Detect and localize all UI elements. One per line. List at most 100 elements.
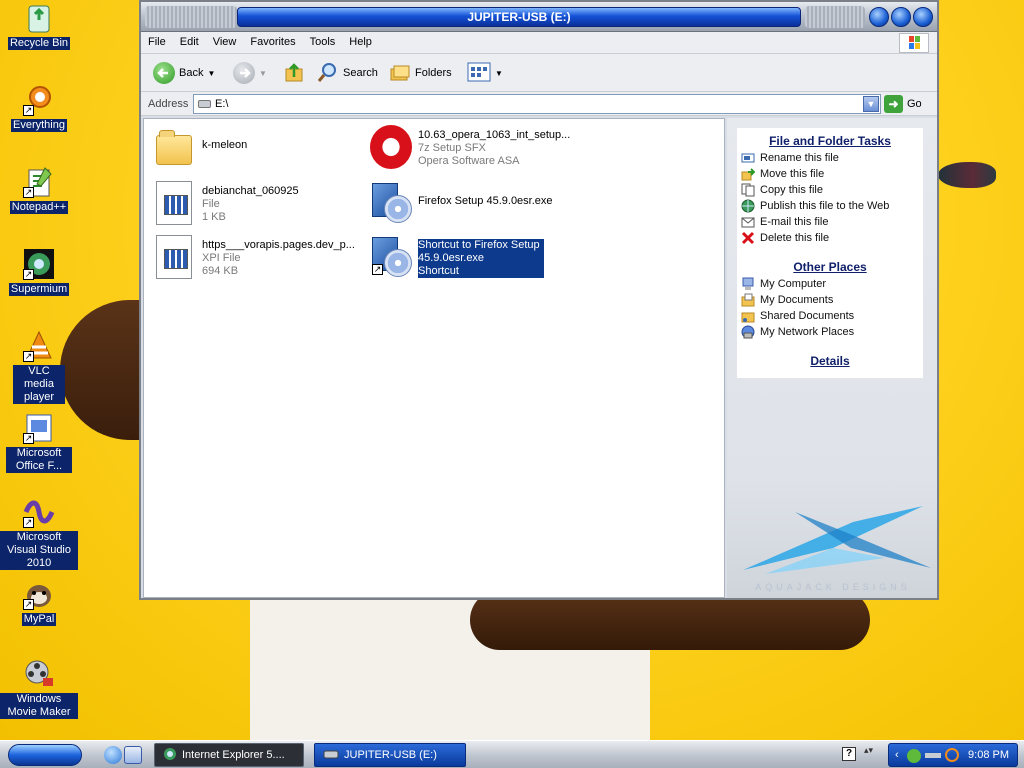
file-name: k-meleon [202,139,248,151]
task-pane: File and Folder Tasks Rename this file M… [727,118,937,598]
file-item-firefox-setup[interactable]: Firefox Setup 45.9.0esr.exe [370,179,580,229]
copy-icon [741,183,755,197]
aquajack-designs-logo: AQUAJACK DESIGNS [735,502,931,592]
place-my-documents[interactable]: My Documents [737,292,923,308]
generic-file-icon [154,233,198,279]
views-icon [467,62,491,85]
search-button[interactable]: Search [317,60,378,86]
address-dropdown-button[interactable]: ▼ [863,96,879,112]
folders-button[interactable]: Folders [389,60,452,86]
movie-maker-icon [23,658,55,690]
desktop-icon-office[interactable]: ↗ Microsoft Office F... [0,412,78,473]
file-item-vorapis-xpi[interactable]: https___vorapis.pages.dev_p... XPI File … [154,233,364,283]
visual-studio-icon: ↗ [23,496,55,528]
task-label: Delete this file [760,232,830,244]
file-item-debianchat[interactable]: debianchat_060925 File 1 KB [154,179,364,229]
forward-button[interactable]: ▼ [233,60,267,86]
shortcut-arrow-icon: ↗ [23,187,34,198]
desktop-icon-everything[interactable]: ↗ Everything [0,84,78,132]
shared-documents-icon [741,309,755,323]
setup-cd-icon [370,179,414,225]
tray-collapse-icon[interactable]: ‹ [895,749,899,761]
desktop-icon-label: Recycle Bin [7,37,71,50]
taskbar: Internet Explorer 5.... JUPITER-USB (E:)… [0,740,1024,768]
everything-icon: ↗ [23,84,55,116]
taskbar-button-internet-explorer[interactable]: Internet Explorer 5.... [154,743,304,767]
back-button[interactable]: Back ▼ [153,60,215,86]
tray-usb-icon[interactable] [925,753,941,758]
title-bar[interactable]: JUPITER-USB (E:) [141,2,937,32]
file-name: Shortcut to Firefox Setup [418,239,540,251]
menu-bar: File Edit View Favorites Tools Help [141,32,937,54]
title-bar-grip-right [805,6,865,28]
my-computer-icon [741,277,755,291]
maximize-button[interactable] [891,7,911,27]
taskbar-button-jupiter-usb[interactable]: JUPITER-USB (E:) [314,743,466,767]
file-item-opera-setup[interactable]: 10.63_opera_1063_int_setup... 7z Setup S… [370,123,580,173]
menu-tools[interactable]: Tools [303,32,343,54]
show-desktop-quicklaunch-icon[interactable] [124,746,142,764]
place-my-computer[interactable]: My Computer [737,276,923,292]
desktop-icon-supermium[interactable]: ↗ Supermium [0,248,78,296]
explorer-window: JUPITER-USB (E:) File Edit View Favorites To… [139,0,939,600]
file-folder-tasks-title[interactable]: File and Folder Tasks [737,128,923,150]
file-item-k-meleon[interactable]: k-meleon [154,127,364,177]
minimize-button[interactable] [869,7,889,27]
menu-help[interactable]: Help [342,32,379,54]
file-type: 7z Setup SFX [418,142,486,154]
my-documents-icon [741,293,755,307]
wallpaper-fish [938,162,996,188]
network-places-icon [741,325,755,339]
desktop-icon-label: MyPal [21,613,57,626]
desktop-icon-label: Notepad++ [9,201,69,214]
tray-network-icon[interactable] [907,749,921,763]
desktop-icon-mypal[interactable]: ↗ MyPal [0,578,78,626]
menu-file[interactable]: File [141,32,173,54]
desktop-icon-vlc[interactable]: ↗ VLC media player [0,330,78,404]
place-label: My Computer [760,278,827,290]
task-label: Publish this file to the Web [760,200,890,212]
help-tray-icon[interactable]: ? [842,747,856,761]
place-my-network-places[interactable]: My Network Places [737,324,923,340]
task-publish-web[interactable]: Publish this file to the Web [737,198,923,214]
task-move[interactable]: Move this file [737,166,923,182]
setup-cd-shortcut-icon: ↗ [370,233,414,279]
menu-favorites[interactable]: Favorites [243,32,302,54]
rename-icon [741,151,755,165]
place-shared-documents[interactable]: Shared Documents [737,308,923,324]
supermium-icon: ↗ [23,248,55,280]
details-title[interactable]: Details [737,348,923,370]
desktop-icon-notepad-plus-plus[interactable]: ↗ Notepad++ [0,166,78,214]
desktop-icon-recycle-bin[interactable]: Recycle Bin [0,2,78,50]
address-field[interactable]: E:\ ▼ [193,94,881,114]
other-places-title[interactable]: Other Places [737,254,923,276]
tray-clock: 9:08 PM [968,749,1009,761]
up-folder-button[interactable] [283,60,305,86]
views-button[interactable]: ▼ [467,60,503,86]
desktop-icon-visual-studio[interactable]: ↗ Microsoft Visual Studio 2010 [0,496,78,570]
menu-view[interactable]: View [206,32,244,54]
desktop-icon-movie-maker[interactable]: Windows Movie Maker [0,658,78,719]
go-button[interactable]: ➜ Go [884,95,922,113]
forward-dropdown-icon[interactable]: ▼ [259,69,267,78]
task-delete[interactable]: Delete this file [737,230,923,246]
taskbar-button-label: Internet Explorer 5.... [182,749,285,761]
internet-explorer-quicklaunch-icon[interactable] [104,746,122,764]
task-copy[interactable]: Copy this file [737,182,923,198]
search-icon [317,61,339,86]
office-icon: ↗ [23,412,55,444]
file-item-firefox-shortcut[interactable]: ↗ Shortcut to Firefox Setup 45.9.0esr.ex… [370,233,580,283]
place-label: Shared Documents [760,310,855,322]
file-list-pane: k-meleon debianchat_060925 File 1 KB htt… [143,118,725,598]
file-name: debianchat_060925 [202,185,299,197]
close-button[interactable] [913,7,933,27]
tray-search-icon[interactable] [945,748,959,762]
back-dropdown-icon[interactable]: ▼ [207,69,215,78]
tray-chevron-icon[interactable]: ▴▾ [864,745,873,756]
place-label: My Network Places [760,326,855,338]
start-button[interactable] [8,744,82,766]
task-email[interactable]: E-mail this file [737,214,923,230]
folder-icon [154,127,198,173]
task-rename[interactable]: Rename this file [737,150,923,166]
menu-edit[interactable]: Edit [173,32,206,54]
